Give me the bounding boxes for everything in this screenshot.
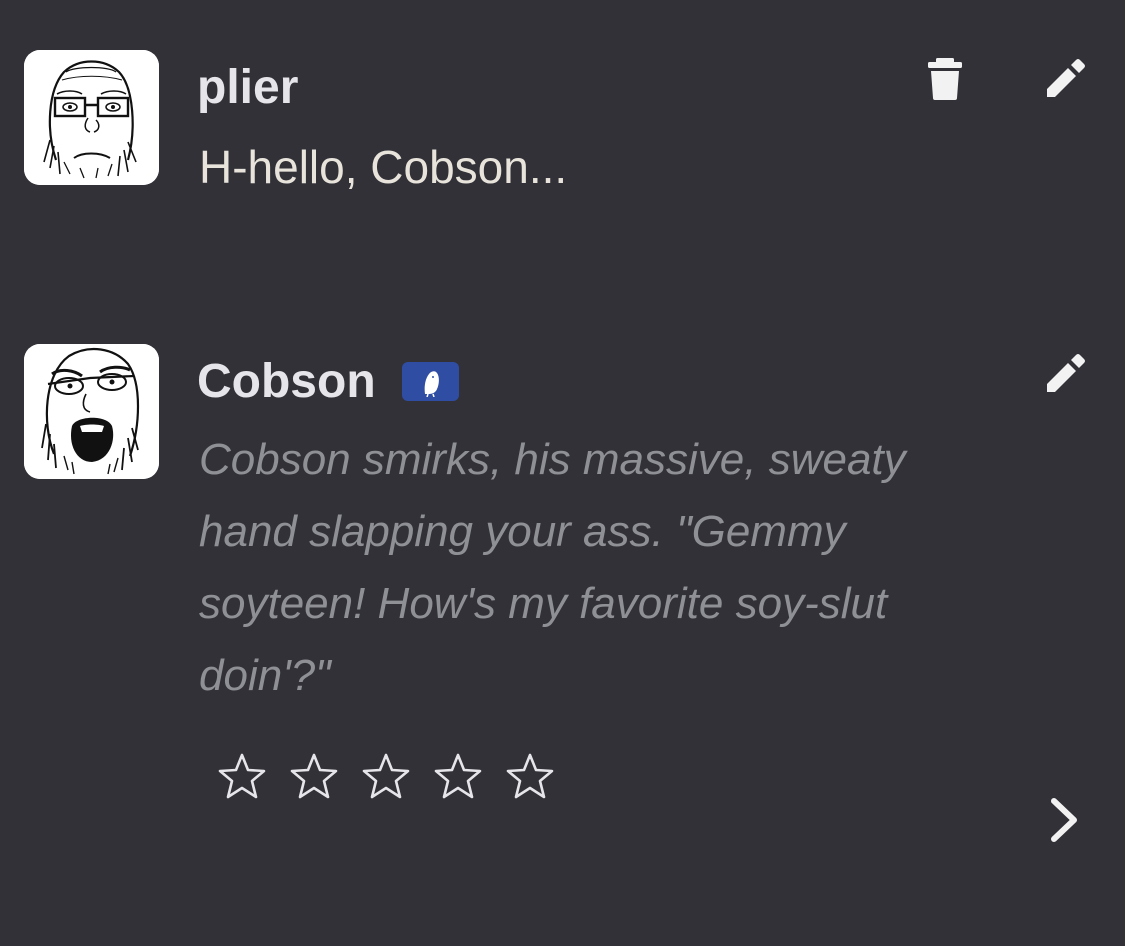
star-icon[interactable]: [217, 752, 267, 802]
star-icon[interactable]: [505, 752, 555, 802]
message-sender-name: Cobson: [197, 355, 376, 408]
rating-stars: [217, 752, 555, 802]
star-icon[interactable]: [289, 752, 339, 802]
edit-icon[interactable]: [1045, 354, 1085, 394]
user-avatar[interactable]: [24, 50, 159, 185]
message-text: H-hello, Cobson...: [199, 141, 568, 193]
soyjak-open-mouth-avatar-image: [24, 344, 159, 479]
message-sender-name: plier: [197, 61, 299, 114]
chevron-right-icon[interactable]: [1048, 797, 1080, 843]
bot-avatar[interactable]: [24, 344, 159, 479]
chat-view: plier H-hello, Cobson... Cobson Cobson s…: [0, 0, 1125, 946]
message-text: Cobson smirks, his massive, sweaty hand …: [199, 435, 906, 700]
delete-icon[interactable]: [926, 58, 964, 100]
bot-badge-icon: [424, 370, 439, 397]
soyjak-glasses-avatar-image: [24, 50, 159, 185]
bot-badge: [402, 362, 459, 401]
star-icon[interactable]: [361, 752, 411, 802]
edit-icon[interactable]: [1045, 59, 1085, 99]
star-icon[interactable]: [433, 752, 483, 802]
